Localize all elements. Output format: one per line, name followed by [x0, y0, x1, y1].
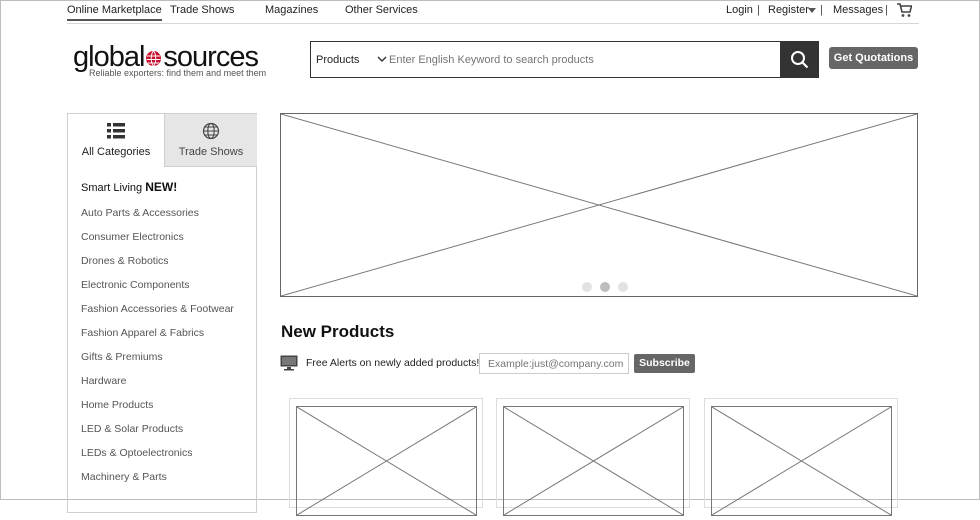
register-link[interactable]: Register	[768, 4, 809, 16]
category-item[interactable]: LED & Solar Products	[81, 423, 183, 435]
tab-other-services[interactable]: Other Services	[345, 4, 418, 16]
tab-trade-shows-sidebar[interactable]: Trade Shows	[164, 114, 257, 167]
list-icon	[107, 123, 125, 139]
category-item[interactable]: Auto Parts & Accessories	[81, 207, 199, 219]
tab-online-marketplace[interactable]: Online Marketplace	[67, 4, 162, 21]
category-sidebar: All Categories Trade Shows Smart Living …	[67, 113, 257, 513]
messages-link[interactable]: Messages	[833, 4, 883, 16]
category-item[interactable]: Gifts & Premiums	[81, 351, 163, 363]
tab-trade-shows[interactable]: Trade Shows	[170, 4, 234, 16]
tab-label: All Categories	[81, 146, 151, 158]
category-item[interactable]: Electronic Components	[81, 279, 190, 291]
image-placeholder	[280, 113, 918, 297]
nav-separator: |	[757, 4, 760, 16]
category-item[interactable]: Home Products	[81, 399, 153, 411]
category-item[interactable]: Machinery & Parts	[81, 471, 167, 483]
category-item[interactable]: Drones & Robotics	[81, 255, 169, 267]
product-card[interactable]	[289, 398, 483, 516]
chevron-down-icon[interactable]	[377, 54, 387, 64]
globe-logo-icon	[146, 50, 162, 67]
tab-magazines[interactable]: Magazines	[265, 4, 318, 16]
logo-tagline: Reliable exporters: find them and meet t…	[89, 68, 267, 78]
tab-label: Trade Shows	[178, 146, 244, 158]
cart-icon[interactable]	[896, 3, 912, 18]
nav-separator: |	[885, 4, 888, 16]
search-input[interactable]	[389, 50, 769, 70]
search-category-select[interactable]: Products	[316, 54, 359, 66]
top-nav: Online Marketplace Trade Shows Magazines…	[67, 1, 919, 24]
monitor-icon	[280, 355, 298, 371]
tab-all-categories[interactable]: All Categories	[68, 114, 164, 167]
new-badge: NEW!	[145, 180, 178, 194]
globe-icon	[202, 122, 220, 140]
category-item[interactable]: Hardware	[81, 375, 127, 387]
smart-living-link[interactable]: Smart Living NEW!	[81, 180, 177, 194]
hero-banner-image[interactable]	[280, 113, 918, 297]
carousel-dot[interactable]	[618, 282, 628, 292]
nav-separator: |	[820, 4, 823, 16]
product-card[interactable]	[704, 398, 898, 516]
get-quotations-button[interactable]: Get Quotations	[829, 47, 918, 69]
subscribe-button[interactable]: Subscribe	[634, 354, 695, 373]
smart-living-label: Smart Living	[81, 182, 143, 194]
product-card[interactable]	[496, 398, 690, 516]
search-icon	[791, 51, 809, 69]
category-item[interactable]: Consumer Electronics	[81, 231, 184, 243]
alert-text: Free Alerts on newly added products!	[306, 357, 480, 369]
carousel-dot-active[interactable]	[600, 282, 610, 292]
caret-down-icon	[808, 8, 816, 13]
search-button[interactable]	[780, 41, 819, 78]
search-bar: Products	[310, 41, 819, 78]
category-item[interactable]: Fashion Apparel & Fabrics	[81, 327, 204, 339]
category-item[interactable]: LEDs & Optoelectronics	[81, 447, 192, 459]
carousel-dot[interactable]	[582, 282, 592, 292]
email-field[interactable]	[479, 353, 629, 374]
login-link[interactable]: Login	[726, 4, 753, 16]
category-item[interactable]: Fashion Accessories & Footwear	[81, 303, 234, 315]
new-products-title: New Products	[281, 322, 395, 341]
